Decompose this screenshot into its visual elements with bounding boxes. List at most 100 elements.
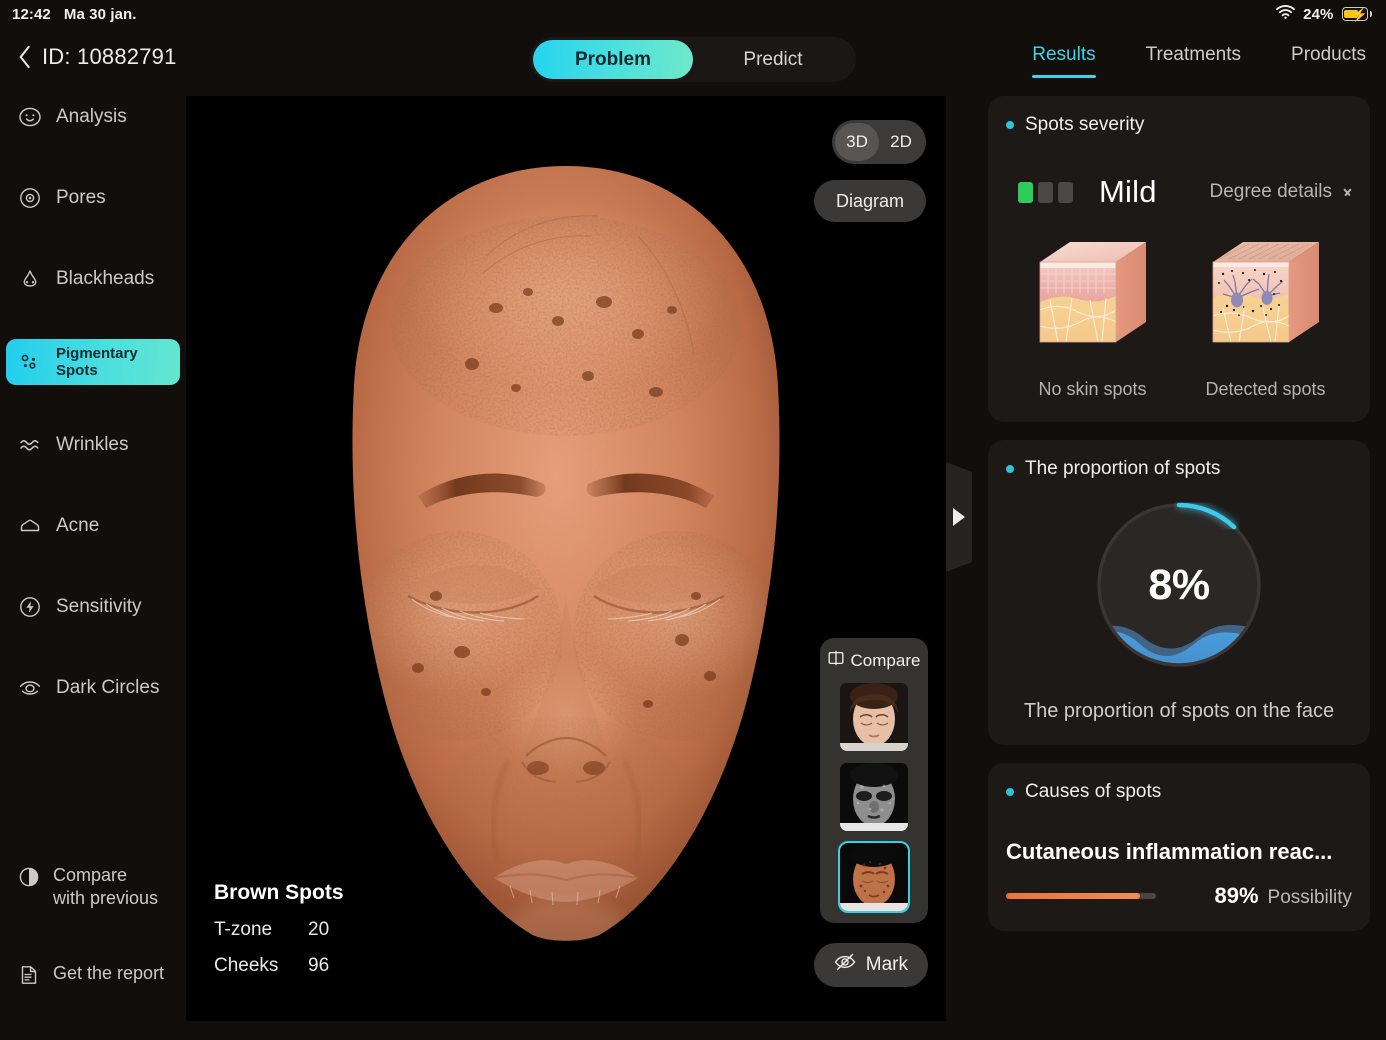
severity-segment-3 [1058, 181, 1073, 203]
metric-value: 96 [308, 955, 330, 976]
sidebar-item-pigmentary-spots[interactable]: Pigmentary Spots [6, 339, 180, 385]
eye-off-icon [834, 953, 856, 977]
view-mode-3d[interactable]: 3D [835, 123, 879, 161]
back-button[interactable]: ID: 10882791 [14, 44, 177, 70]
card-title-label: The proportion of spots [1025, 458, 1221, 479]
skin-analysis-app: 12:42 Ma 30 jan. 24% ⚡ ID: 10882791 Prob… [0, 0, 1386, 1040]
status-date: Ma 30 jan. [63, 5, 137, 23]
card-title-label: Causes of spots [1025, 781, 1162, 802]
sidebar-item-pores[interactable]: Pores [6, 177, 180, 219]
sidebar-item-label: Pigmentary Spots [56, 345, 138, 379]
status-bar: 12:42 Ma 30 jan. 24% ⚡ [0, 0, 1386, 28]
half-circle-icon [18, 866, 40, 888]
compare-with-previous-label: Compare with previous [53, 864, 159, 908]
sidebar-item-label: Sensitivity [56, 596, 142, 617]
status-bar-right: 24% ⚡ [1276, 5, 1372, 23]
sidebar-item-wrinkles[interactable]: Wrinkles [6, 424, 180, 466]
metric-value: 20 [308, 919, 330, 940]
normal-light-thumbnail[interactable] [840, 683, 908, 751]
metrics-overlay: Brown Spots T-zone 20 Cheeks 96 [214, 881, 344, 977]
bullet-dot-icon [1006, 788, 1014, 796]
view-mode-toggle: 3D 2D [832, 120, 926, 164]
skin-cube-normal: No skin spots [1030, 236, 1156, 400]
results-tab-bar: Results Treatments Products [1022, 40, 1376, 78]
panel-expand-handle[interactable] [946, 462, 972, 572]
brown-spots-thumbnail[interactable] [838, 841, 910, 913]
tab-predict[interactable]: Predict [693, 40, 853, 79]
severity-row: Mild Degree details [1006, 174, 1352, 210]
spots-severity-card: Spots severity Mild Degree details No sk… [988, 96, 1370, 422]
skin-cube-spots: Detected spots [1203, 236, 1329, 400]
sidebar-actions: Compare with previous Get the report [0, 858, 186, 992]
mark-label: Mark [865, 954, 908, 975]
causes-of-spots-card: Causes of spots Cutaneous inflammation r… [988, 763, 1370, 931]
triangle-right-icon [953, 508, 965, 526]
sidebar-item-label: Dark Circles [56, 677, 160, 698]
bullet-dot-icon [1006, 465, 1014, 473]
degree-details-button[interactable]: Degree details [1209, 181, 1352, 203]
status-time: 12:42 [12, 5, 51, 23]
proportion-caption: The proportion of spots on the face [1023, 700, 1335, 722]
tab-products[interactable]: Products [1281, 40, 1376, 78]
view-mode-2d[interactable]: 2D [879, 123, 923, 161]
sidebar-item-acne[interactable]: Acne [6, 505, 180, 547]
compare-panel: Compare [820, 638, 928, 923]
get-the-report-button[interactable]: Get the report [0, 956, 186, 992]
tab-problem[interactable]: Problem [533, 40, 693, 79]
wifi-icon [1276, 5, 1296, 23]
nose-icon [18, 267, 42, 291]
tab-treatments[interactable]: Treatments [1136, 40, 1251, 78]
status-bar-left: 12:42 Ma 30 jan. [12, 6, 137, 23]
causes-of-spots-title: Causes of spots [1006, 781, 1352, 803]
card-title-label: Spots severity [1025, 114, 1145, 135]
app-header: ID: 10882791 Problem Predict Results Tre… [0, 28, 1386, 90]
uv-light-thumbnail[interactable] [840, 763, 908, 831]
chevron-down-icon [1341, 187, 1352, 198]
proportion-gauge-wrap: 8% The proportion of spots on the face [1006, 494, 1352, 723]
results-panel: Spots severity Mild Degree details No sk… [972, 96, 1386, 1040]
sidebar: Analysis Pores Blackheads Pigmentary Spo… [0, 96, 186, 1040]
severity-segment-2 [1038, 181, 1053, 203]
metric-row: T-zone 20 [214, 919, 344, 941]
lightning-circle-icon [18, 595, 42, 619]
severity-level-label: Mild [1099, 174, 1157, 209]
severity-segment-1 [1018, 181, 1033, 203]
battery-percent-label: 24% [1303, 5, 1334, 23]
spots-proportion-card: The proportion of spots 8% The proportio… [988, 440, 1370, 745]
cause-percent: 89% [1214, 883, 1259, 908]
skin-illustration-caption: Detected spots [1205, 379, 1326, 399]
sidebar-item-sensitivity[interactable]: Sensitivity [6, 586, 180, 628]
eye-icon [18, 676, 42, 700]
cause-progress-fill [1006, 893, 1140, 899]
document-icon [18, 964, 40, 986]
compare-label: Compare [850, 650, 921, 670]
proportion-value: 8% [1148, 560, 1210, 609]
compare-with-previous-button[interactable]: Compare with previous [0, 858, 186, 916]
sidebar-item-dark-circles[interactable]: Dark Circles [6, 667, 180, 709]
sidebar-item-analysis[interactable]: Analysis [6, 96, 180, 138]
chevron-left-icon [14, 44, 28, 70]
mark-button[interactable]: Mark [813, 943, 928, 987]
spots-icon [18, 350, 42, 374]
battery-charging-icon: ⚡ [1341, 7, 1372, 22]
skin-illustrations: No skin spots Detected spots [1006, 236, 1352, 400]
cause-name: Cutaneous inflammation reac... [1006, 839, 1333, 864]
sidebar-item-label: Pores [56, 187, 106, 208]
sidebar-item-blackheads[interactable]: Blackheads [6, 258, 180, 300]
diagram-button[interactable]: Diagram [813, 180, 926, 222]
metric-row: Cheeks 96 [214, 955, 344, 977]
sidebar-item-label: Wrinkles [56, 434, 129, 455]
smiley-face-icon [18, 105, 42, 129]
compare-header[interactable]: Compare [820, 650, 928, 671]
face-viewer[interactable]: 3D 2D Diagram Brown Spots T-zone 20 Chee… [186, 96, 946, 1021]
skin-illustration-caption: No skin spots [1038, 379, 1147, 399]
cause-progress-bar [1006, 893, 1156, 899]
bullet-dot-icon [1006, 121, 1014, 129]
severity-bars [1018, 181, 1073, 203]
cause-possibility-label: Possibility [1267, 887, 1352, 908]
proportion-gauge: 8% [1088, 494, 1270, 676]
sidebar-item-label: Blackheads [56, 268, 155, 289]
get-the-report-label: Get the report [53, 963, 165, 983]
metric-key: T-zone [214, 919, 273, 940]
tab-results[interactable]: Results [1022, 40, 1105, 78]
